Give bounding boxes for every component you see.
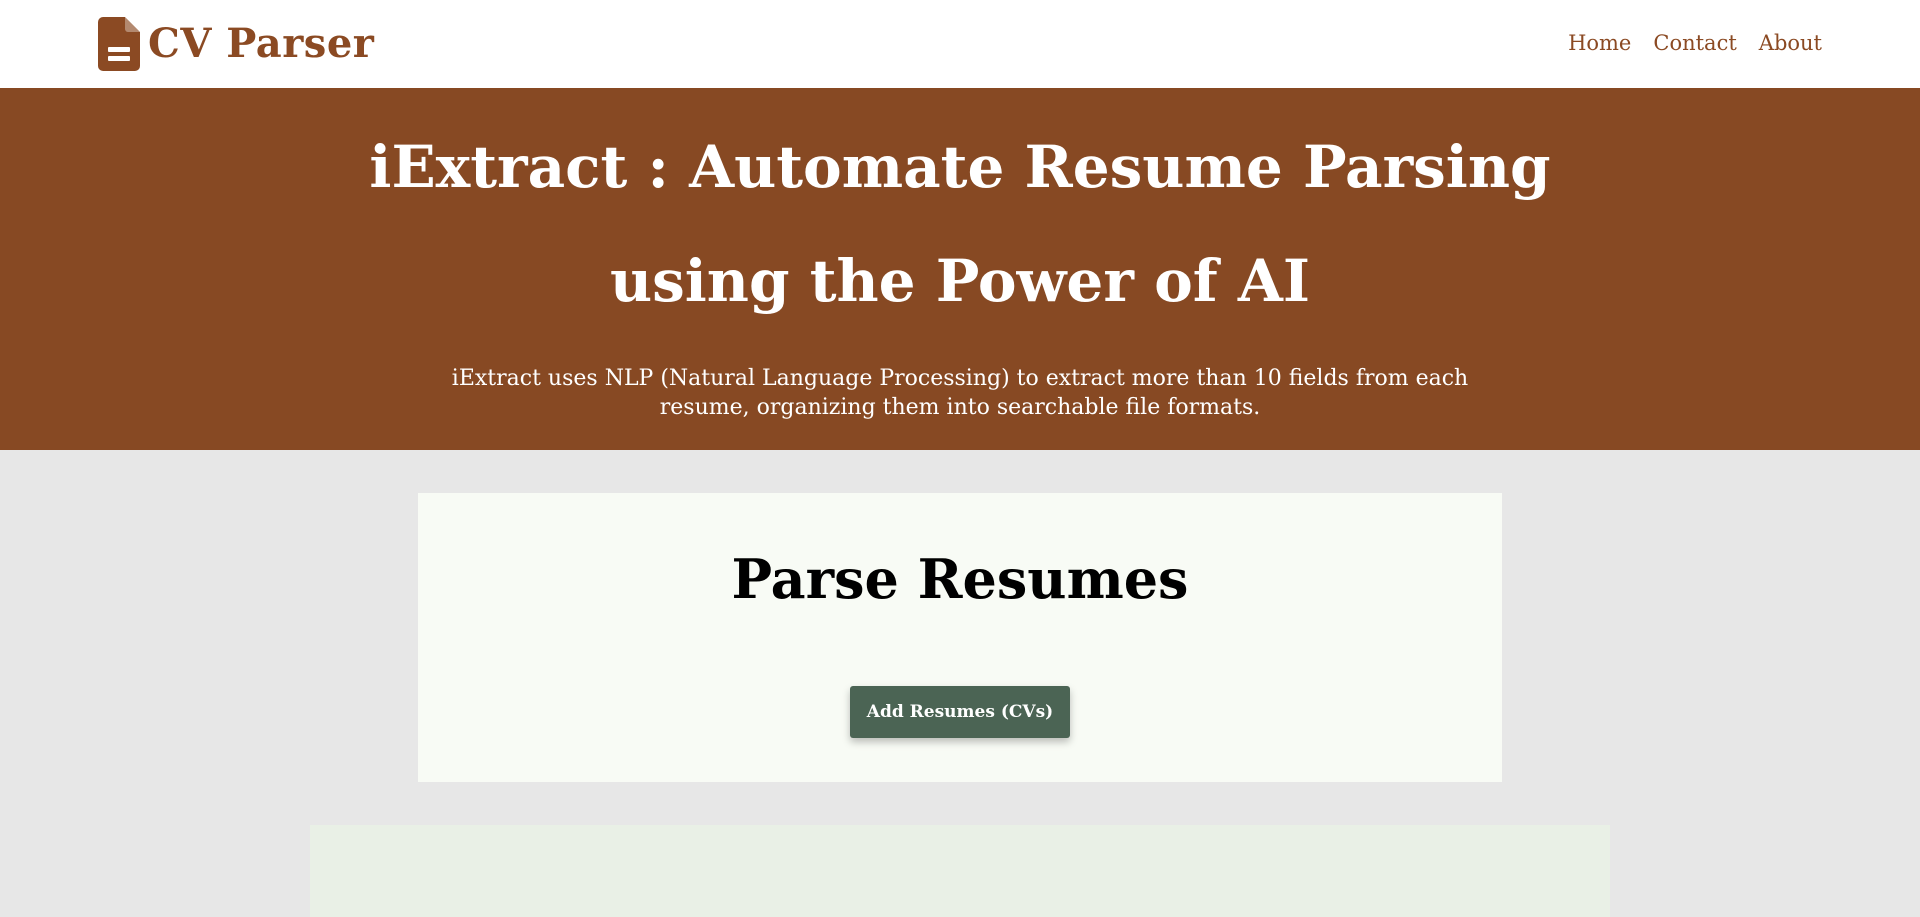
main-nav: Home Contact About — [1568, 26, 1822, 60]
brand-logo-link[interactable]: CV Parser — [98, 17, 374, 71]
parse-resumes-title: Parse Resumes — [731, 547, 1189, 611]
nav-link-about[interactable]: About — [1759, 26, 1822, 60]
hero-banner: iExtract : Automate Resume Parsing using… — [0, 88, 1920, 450]
nav-link-home[interactable]: Home — [1568, 26, 1631, 60]
brand-name: CV Parser — [148, 20, 375, 67]
document-icon — [98, 17, 140, 71]
results-panel — [310, 825, 1610, 917]
hero-subtitle: iExtract uses NLP (Natural Language Proc… — [451, 366, 1469, 420]
nav-link-contact[interactable]: Contact — [1653, 26, 1736, 60]
parse-resumes-card: Parse Resumes Add Resumes (CVs) — [418, 493, 1502, 782]
navbar: CV Parser Home Contact About — [0, 0, 1920, 88]
add-resumes-button[interactable]: Add Resumes (CVs) — [850, 686, 1070, 738]
hero-title: iExtract : Automate Resume Parsing using… — [369, 133, 1551, 315]
